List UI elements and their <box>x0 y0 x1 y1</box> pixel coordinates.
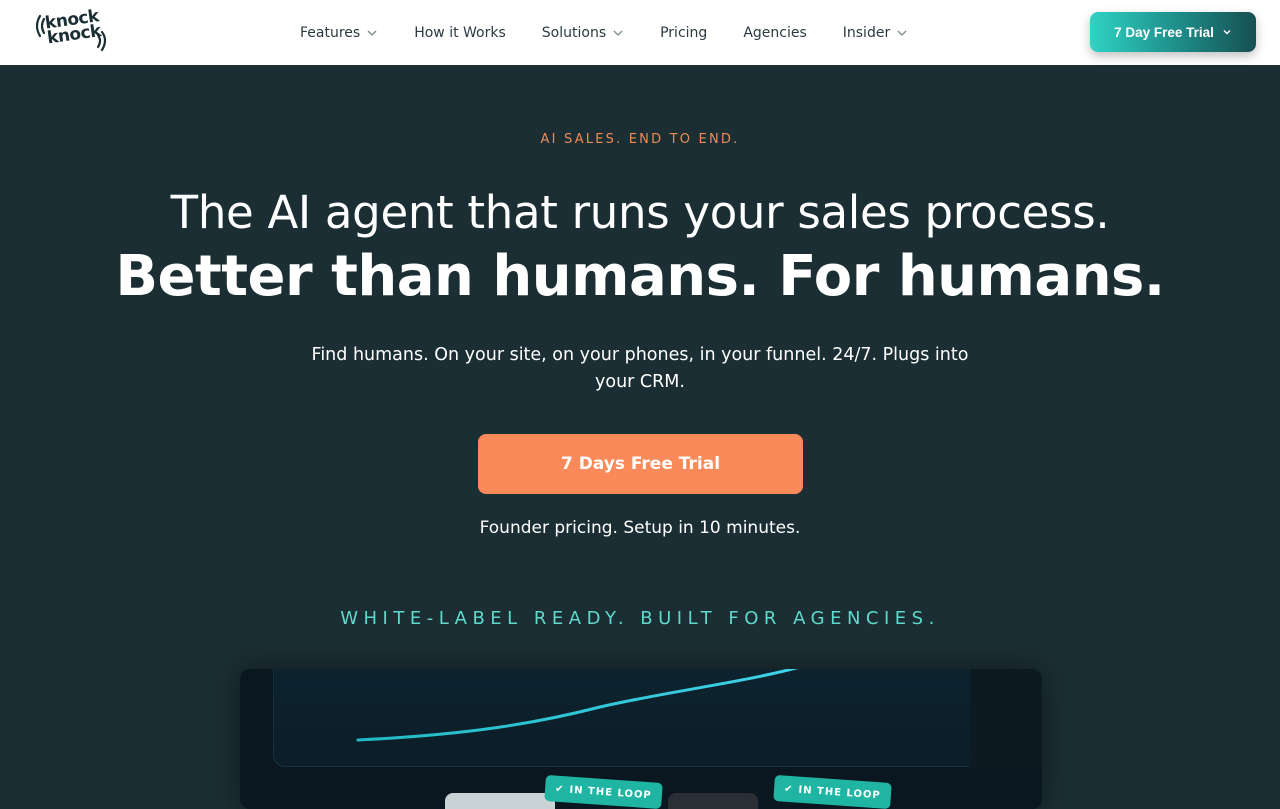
header-trial-label: 7 Day Free Trial <box>1114 24 1214 40</box>
dashboard-preview: ✔ IN THE LOOP ✔ IN THE LOOP <box>240 669 1042 809</box>
agency-tagline: WHITE-LABEL READY. BUILT FOR AGENCIES. <box>340 608 940 629</box>
chevron-down-icon <box>613 30 623 36</box>
free-trial-cta-button[interactable]: 7 Days Free Trial <box>478 434 803 494</box>
hero-headline-secondary: Better than humans. For humans. <box>115 244 1165 309</box>
nav-item-insider[interactable]: Insider <box>843 25 908 41</box>
site-header: knock knock Features How it Works Soluti… <box>0 0 1280 65</box>
badge-label: IN THE LOOP <box>569 784 653 801</box>
nav-item-label: Insider <box>842 24 891 41</box>
preview-card <box>668 793 758 809</box>
hero-eyebrow: AI SALES. END TO END. <box>540 132 740 147</box>
nav-item-label: Agencies <box>743 24 807 41</box>
nav-item-agencies[interactable]: Agencies <box>743 25 806 41</box>
check-icon: ✔ <box>783 783 794 795</box>
cta-note: Founder pricing. Setup in 10 minutes. <box>479 518 801 538</box>
hero-subtext: Find humans. On your site, on your phone… <box>311 345 969 392</box>
nav-item-label: Pricing <box>660 24 708 41</box>
chevron-down-icon <box>897 30 907 36</box>
chevron-down-icon <box>367 30 377 36</box>
nav-item-features[interactable]: Features <box>300 25 378 41</box>
nav-item-label: Features <box>300 24 361 41</box>
nav-item-label: Solutions <box>541 24 607 41</box>
nav-item-solutions[interactable]: Solutions <box>542 25 624 41</box>
badge-label: IN THE LOOP <box>798 784 882 801</box>
check-icon: ✔ <box>554 783 565 795</box>
nav-item-pricing[interactable]: Pricing <box>660 25 707 41</box>
main-navigation: Features How it Works Solutions Pricing … <box>300 0 944 65</box>
preview-card <box>445 793 555 809</box>
knock-knock-logo[interactable]: knock knock <box>32 6 112 54</box>
chevron-down-icon <box>1223 30 1231 35</box>
header-trial-button[interactable]: 7 Day Free Trial <box>1090 12 1256 52</box>
hero-headline-primary: The AI agent that runs your sales proces… <box>170 186 1110 239</box>
nav-item-how-it-works[interactable]: How it Works <box>414 25 506 41</box>
nav-item-label: How it Works <box>414 24 506 41</box>
